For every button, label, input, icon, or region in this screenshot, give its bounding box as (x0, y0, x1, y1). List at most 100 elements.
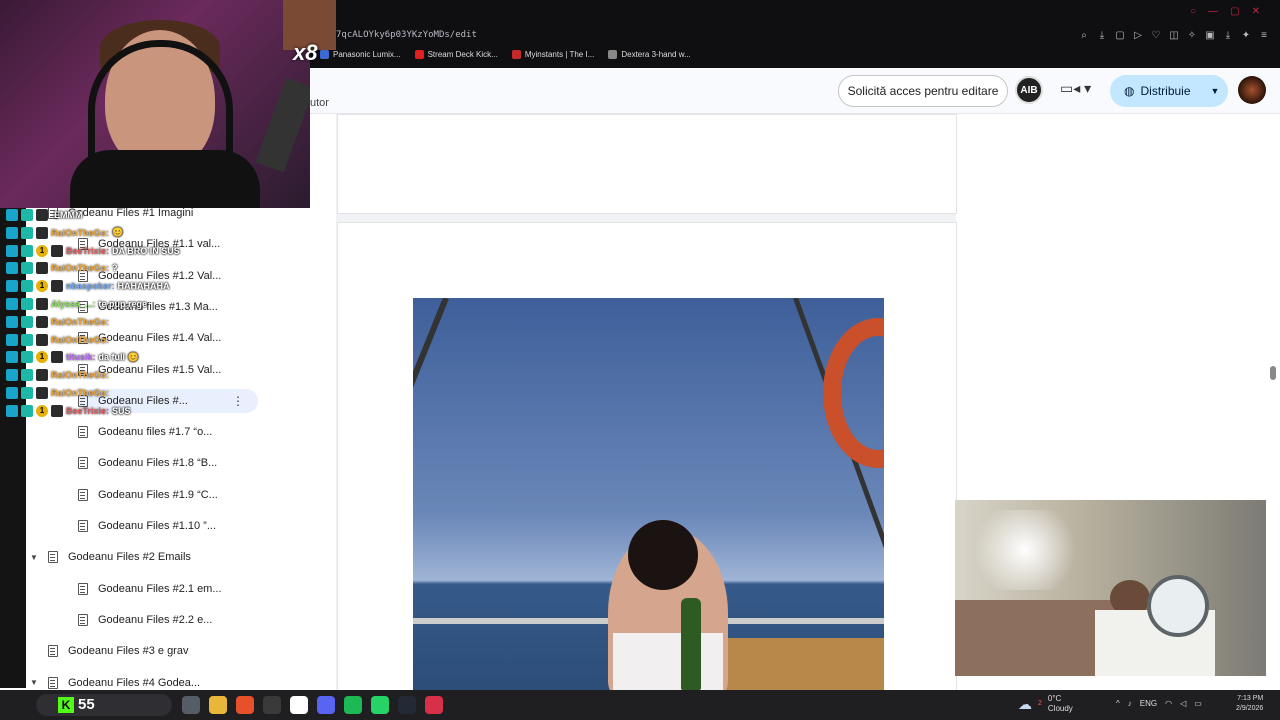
chat-badge-icon (6, 333, 18, 346)
boat-deck (713, 638, 884, 690)
volume-icon[interactable]: ◁ (1180, 699, 1186, 708)
spotify-icon[interactable] (344, 696, 362, 714)
chat-text: da full 😊 (98, 351, 139, 362)
chat-username: Alyssa_...: (51, 299, 96, 309)
outline-item[interactable]: Godeanu Files #1.9 “C... (78, 483, 226, 507)
mast (413, 298, 449, 606)
task-view-icon[interactable] (182, 696, 200, 714)
close-icon[interactable]: ✕ (1252, 6, 1260, 17)
kick-icon: K (58, 696, 74, 713)
chevron-up-icon[interactable]: ^ (1116, 699, 1120, 708)
chat-badge-icon (6, 404, 18, 417)
streamer-body (70, 150, 260, 208)
language-indicator[interactable]: ENG (1140, 699, 1157, 708)
outline-item[interactable]: Godeanu files #1.7 “o... (78, 420, 220, 444)
maximize-icon[interactable]: ▢ (1230, 6, 1239, 17)
downloads-icon[interactable]: ⤓ (1222, 30, 1234, 42)
outline-item[interactable]: Godeanu Files #2.2 e... (78, 608, 220, 632)
expand-arrow-icon[interactable]: ▼ (30, 553, 40, 562)
play-icon[interactable]: ▷ (1132, 30, 1144, 42)
chat-badge-icon (36, 333, 48, 346)
bookmark-item[interactable]: Stream Deck Kick... (414, 50, 498, 59)
steam-icon[interactable] (398, 696, 416, 714)
zoom-icon[interactable]: ⌕ (1078, 30, 1090, 42)
wifi-icon[interactable]: ◠ (1165, 699, 1172, 708)
chat-message: RaiOnTheGo:? (6, 260, 118, 276)
bookmark-item[interactable]: Dextera 3-hand w... (608, 50, 691, 59)
outline-item[interactable]: Godeanu Files #3 e grav (48, 639, 196, 663)
browser-toolbar: ⌕ ⤓ ▢ ▷ ♡ ◫ ✧ ▣ ⤓ ✦ ≡ (1078, 30, 1270, 42)
request-edit-access-button[interactable]: Solicită acces pentru editare (838, 75, 1008, 107)
chat-username: RaiOnTheGo: (51, 263, 109, 274)
scrollbar-thumb[interactable] (1270, 366, 1276, 380)
battery-icon[interactable]: ▭ (1194, 699, 1202, 708)
share-button[interactable]: ◍ Distribuie ▼ (1110, 75, 1228, 107)
chat-badge-icon (51, 351, 63, 364)
chat-text: SUS (112, 405, 131, 416)
chat-badge-icon (21, 351, 33, 364)
bookmark-favicon-icon (511, 50, 521, 59)
bottle (681, 598, 701, 690)
outline-item[interactable]: Godeanu Files #1.8 “B... (78, 451, 225, 475)
chat-message: RaiOnTheGo: (6, 367, 112, 383)
chat-badge-icon (21, 298, 33, 310)
account-avatar[interactable] (1238, 76, 1266, 104)
bookmark-favicon-icon (608, 50, 618, 59)
camera-icon[interactable]: ◫ (1168, 30, 1180, 42)
clock[interactable]: 7:13 PM 2/9/2026 (1236, 694, 1263, 714)
chat-username: RaiOnTheGo: (51, 227, 109, 238)
brave-icon[interactable] (236, 696, 254, 714)
chat-badge-icon (6, 244, 18, 257)
chat-username: RaiOnTheGo: (51, 370, 109, 381)
mic-icon[interactable]: ♪ (1128, 699, 1132, 708)
chat-username: BeeTrixie: (66, 245, 110, 256)
minimize-icon[interactable]: — (1208, 6, 1218, 17)
chat-badge-icon (6, 298, 18, 310)
outline-item[interactable]: ▼ Godeanu Files #2 Emails (30, 545, 199, 569)
address-bar[interactable]: 7qcALOYky6p03YKzYoMDs/edit (336, 30, 477, 40)
chat-username: RaiOnTheGo: (51, 316, 109, 327)
chat-message: 1 BeeTrixie: SUS (6, 403, 131, 419)
chat-text: EMMM (54, 210, 83, 220)
chat-badge-icon (21, 226, 33, 239)
menu-icon[interactable]: ≡ (1258, 30, 1270, 42)
person-dress (613, 633, 723, 690)
chat-badge-icon (21, 387, 33, 399)
pip-video[interactable] (955, 500, 1266, 676)
expand-arrow-icon[interactable]: ▼ (30, 678, 40, 687)
outline-item[interactable]: Godeanu Files #2.1 em... (78, 577, 230, 601)
menu-item-fragment[interactable]: utor (310, 97, 329, 109)
discord-icon[interactable] (317, 696, 335, 714)
collaborator-avatar[interactable]: AIB (1015, 76, 1043, 104)
cast-icon[interactable]: ▢ (1114, 30, 1126, 42)
chevron-down-icon[interactable]: ▼ (1211, 86, 1220, 96)
chat-badge-icon (36, 262, 48, 275)
taskbar-search[interactable] (36, 694, 172, 716)
recorder-icon[interactable] (425, 696, 443, 714)
heart-icon[interactable]: ♡ (1150, 30, 1162, 42)
ai-icon[interactable]: ✦ (1240, 30, 1252, 42)
weather-widget[interactable]: ☁ 2 0°C Cloudy (1018, 694, 1073, 714)
document-icon (78, 457, 88, 470)
obs-icon[interactable] (263, 696, 281, 714)
download-icon[interactable]: ⤓ (1096, 30, 1108, 42)
search-icon[interactable]: ○ (1190, 6, 1196, 17)
outline-item-label: Godeanu Files #2 Emails (68, 551, 191, 564)
chat-text: te pup rege (98, 299, 148, 309)
meet-video-icon[interactable]: ▭◂ ▾ (1060, 80, 1091, 97)
embedded-image[interactable] (413, 298, 884, 690)
chat-message: EMMM (6, 207, 83, 223)
bookmark-item[interactable]: Panasonic Lumix... (320, 50, 401, 59)
kick-viewer-count: 55 (78, 696, 95, 713)
sub-badge-icon: 1 (36, 404, 48, 417)
whatsapp-icon[interactable] (371, 696, 389, 714)
extensions-icon[interactable]: ✧ (1186, 30, 1198, 42)
wallet-icon[interactable]: ▣ (1204, 30, 1216, 42)
chat-badge-icon (51, 244, 63, 257)
more-options-icon[interactable]: ⋮ (232, 394, 244, 408)
kick-widget[interactable]: K 55 (58, 696, 95, 713)
store-icon[interactable] (290, 696, 308, 714)
file-explorer-icon[interactable] (209, 696, 227, 714)
bookmark-item[interactable]: Myinstants | The I... (511, 50, 594, 59)
outline-item[interactable]: Godeanu Files #1.10 ”... (78, 514, 224, 538)
